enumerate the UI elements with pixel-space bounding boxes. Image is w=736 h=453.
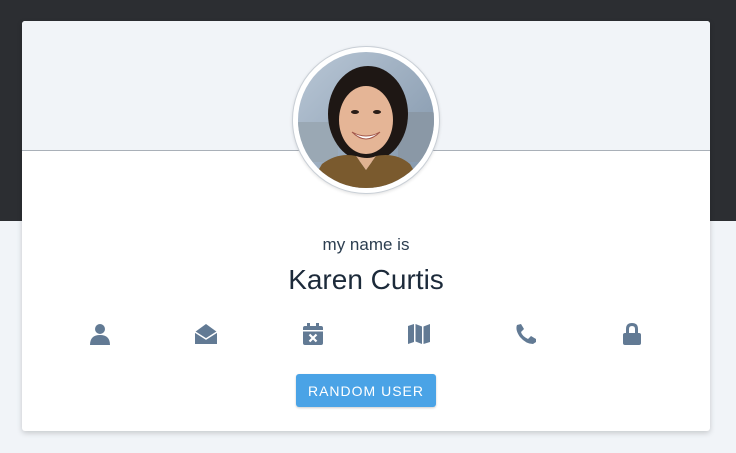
profile-card: my name is Karen Curtis RANDOM USER	[22, 21, 710, 431]
calendar-times-icon[interactable]	[298, 319, 328, 349]
random-user-button[interactable]: RANDOM USER	[296, 374, 436, 407]
avatar-photo	[298, 52, 434, 188]
user-icon[interactable]	[85, 319, 115, 349]
user-name: Karen Curtis	[288, 264, 444, 295]
phone-icon[interactable]	[511, 319, 541, 349]
info-icon-row	[22, 319, 710, 349]
envelope-open-icon[interactable]	[191, 319, 221, 349]
name-label: my name is	[322, 235, 410, 254]
lock-icon[interactable]	[617, 319, 647, 349]
map-icon[interactable]	[404, 319, 434, 349]
avatar	[292, 46, 440, 194]
